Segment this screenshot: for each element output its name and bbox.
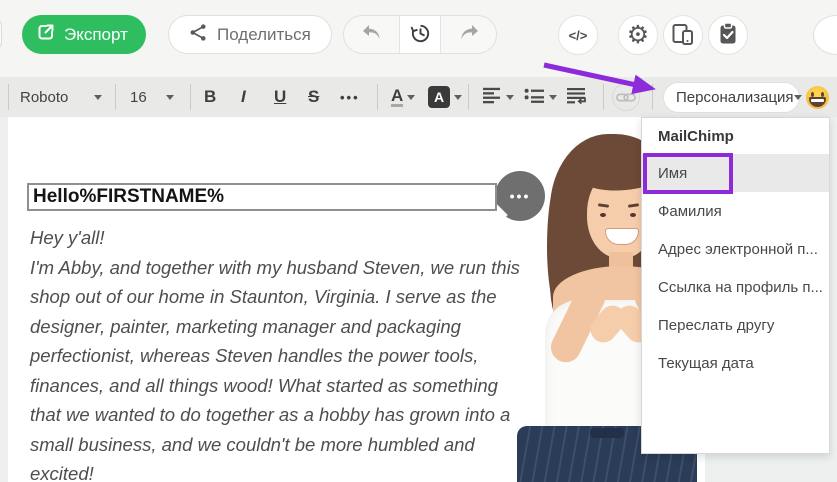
chevron-down-icon bbox=[407, 94, 416, 100]
text-color-button[interactable]: A bbox=[391, 77, 416, 117]
bullet-list-icon bbox=[524, 88, 545, 106]
cut-off-button-right bbox=[813, 15, 837, 55]
ellipsis-icon: ••• bbox=[340, 89, 360, 105]
undo-icon bbox=[360, 23, 384, 46]
chevron-down-icon bbox=[94, 77, 102, 117]
menu-item-email-address[interactable]: Адрес электронной п... bbox=[642, 230, 829, 268]
menu-item-forward-to-friend[interactable]: Переслать другу bbox=[642, 306, 829, 344]
align-left-icon bbox=[482, 87, 502, 107]
history-clock-icon bbox=[409, 22, 432, 48]
chevron-down-icon bbox=[793, 95, 802, 100]
bold-button[interactable]: B bbox=[204, 77, 216, 117]
chevron-down-icon bbox=[506, 94, 514, 100]
indent-icon bbox=[566, 87, 588, 107]
share-label: Поделиться bbox=[217, 24, 311, 44]
undo-history-redo-group bbox=[343, 15, 497, 54]
email-builder-screen: Экспорт Поделиться </> ⚙ Roboto 16 B I U… bbox=[0, 0, 837, 482]
menu-group-header: MailChimp bbox=[658, 127, 734, 145]
strikethrough-button[interactable]: S bbox=[308, 77, 319, 117]
redo-icon bbox=[457, 23, 481, 46]
menu-item-last-name[interactable]: Фамилия bbox=[642, 192, 829, 230]
ellipsis-icon: ••• bbox=[509, 188, 531, 204]
history-button[interactable] bbox=[399, 16, 441, 53]
italic-button[interactable]: I bbox=[241, 77, 246, 117]
gear-icon: ⚙ bbox=[626, 20, 650, 49]
link-button[interactable] bbox=[612, 77, 640, 117]
align-button[interactable] bbox=[482, 77, 514, 117]
menu-item-profile-link[interactable]: Ссылка на профиль п... bbox=[642, 268, 829, 306]
more-formats-button[interactable]: ••• bbox=[340, 77, 360, 117]
emoji-button[interactable] bbox=[806, 86, 829, 109]
chevron-down-icon bbox=[549, 94, 557, 100]
link-icon bbox=[612, 83, 640, 111]
code-icon: </> bbox=[568, 27, 588, 43]
export-button[interactable]: Экспорт bbox=[22, 15, 146, 54]
top-toolbar: Экспорт Поделиться </> ⚙ bbox=[0, 0, 837, 77]
cut-off-button-left bbox=[0, 15, 2, 53]
personalization-dropdown[interactable]: Персонализация bbox=[663, 82, 802, 113]
menu-item-first-name[interactable]: Имя bbox=[642, 154, 829, 192]
undo-button[interactable] bbox=[344, 16, 399, 53]
devices-icon bbox=[671, 23, 695, 48]
device-preview-button[interactable] bbox=[663, 15, 703, 55]
block-menu-button[interactable]: ••• bbox=[495, 171, 545, 221]
clipboard-check-icon bbox=[717, 21, 739, 49]
export-label: Экспорт bbox=[64, 24, 128, 44]
redo-button[interactable] bbox=[441, 16, 496, 53]
indent-button[interactable] bbox=[566, 77, 588, 117]
headline-block[interactable]: Hello%FIRSTNAME% bbox=[27, 183, 497, 211]
share-icon bbox=[189, 23, 208, 47]
settings-button[interactable]: ⚙ bbox=[618, 15, 658, 55]
chevron-down-icon bbox=[166, 77, 174, 117]
font-family-value: Roboto bbox=[20, 88, 69, 106]
checklist-button[interactable] bbox=[708, 15, 748, 55]
paragraph-block[interactable]: Hey y'all! I'm Abby, and together with m… bbox=[30, 223, 520, 482]
export-icon bbox=[36, 22, 56, 47]
font-size-value: 16 bbox=[130, 88, 147, 106]
font-size-select[interactable]: 16 bbox=[130, 77, 147, 117]
highlight-color-button[interactable]: A bbox=[428, 77, 462, 117]
chevron-down-icon bbox=[454, 94, 462, 100]
underline-button[interactable]: U bbox=[274, 77, 286, 117]
personalization-menu: MailChimp Имя Фамилия Адрес электронной … bbox=[641, 117, 830, 454]
list-button[interactable] bbox=[524, 77, 557, 117]
font-family-select[interactable]: Roboto bbox=[20, 77, 68, 117]
code-view-button[interactable]: </> bbox=[558, 15, 598, 55]
personalization-label: Персонализация bbox=[676, 89, 794, 106]
menu-item-current-date[interactable]: Текущая дата bbox=[642, 344, 829, 382]
left-margin bbox=[0, 117, 8, 482]
share-button[interactable]: Поделиться bbox=[168, 15, 332, 54]
